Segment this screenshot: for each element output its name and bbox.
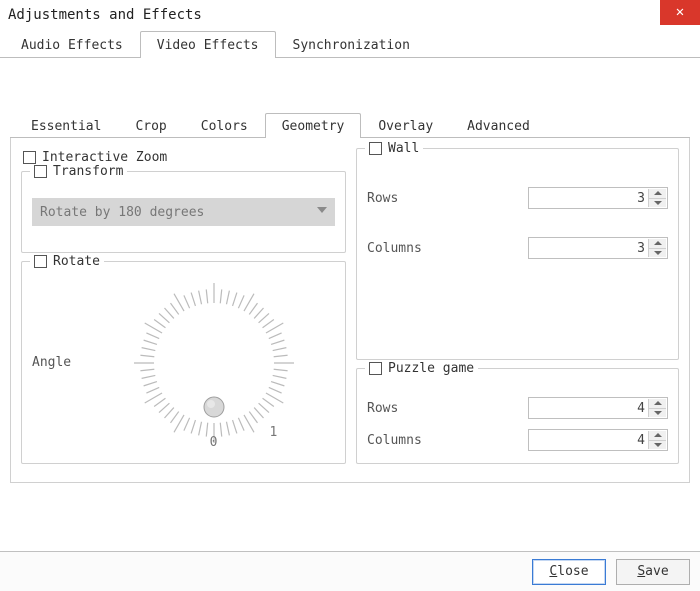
interactive-zoom-checkbox[interactable] — [23, 151, 36, 164]
sub-tabs: Essential Crop Colors Geometry Overlay A… — [10, 112, 690, 138]
tab-video-effects[interactable]: Video Effects — [140, 31, 276, 58]
transform-group: Transform Rotate by 180 degrees — [21, 171, 346, 253]
puzzle-rows-label: Rows — [367, 401, 528, 416]
wall-cols-step-up[interactable] — [648, 239, 666, 248]
video-effects-panel: Essential Crop Colors Geometry Overlay A… — [0, 58, 700, 483]
button-bar: Close Save — [0, 551, 700, 591]
wall-cols-spinbox[interactable]: 3 — [528, 237, 668, 259]
chevron-down-icon — [654, 443, 662, 447]
subtab-advanced[interactable]: Advanced — [450, 113, 547, 138]
wall-rows-label: Rows — [367, 191, 528, 206]
puzzle-cols-value: 4 — [637, 433, 645, 448]
wall-checkbox[interactable] — [369, 142, 382, 155]
chevron-down-icon — [654, 201, 662, 205]
chevron-down-icon — [317, 207, 327, 213]
wall-group: Wall Rows 3 Columns 3 — [356, 148, 679, 360]
wall-cols-label: Columns — [367, 241, 528, 256]
window-close-button[interactable]: ✕ — [660, 0, 700, 25]
wall-rows-step-down[interactable] — [648, 198, 666, 208]
subtab-overlay[interactable]: Overlay — [361, 113, 450, 138]
wall-label: Wall — [388, 141, 419, 156]
wall-cols-value: 3 — [637, 241, 645, 256]
wall-rows-spinbox[interactable]: 3 — [528, 187, 668, 209]
puzzle-group: Puzzle game Rows 4 Columns 4 — [356, 368, 679, 464]
tab-audio-effects[interactable]: Audio Effects — [4, 31, 140, 58]
save-button[interactable]: Save — [616, 559, 690, 585]
puzzle-cols-label: Columns — [367, 433, 528, 448]
geometry-panel: Interactive Zoom Transform Rotate by 180… — [10, 138, 690, 483]
transform-label: Transform — [53, 164, 123, 179]
rotate-checkbox[interactable] — [34, 255, 47, 268]
window-title: Adjustments and Effects — [8, 7, 202, 23]
chevron-up-icon — [654, 191, 662, 195]
puzzle-checkbox[interactable] — [369, 362, 382, 375]
close-icon: ✕ — [676, 4, 684, 20]
main-tabs: Audio Effects Video Effects Synchronizat… — [0, 30, 700, 58]
puzzle-cols-spinbox[interactable]: 4 — [528, 429, 668, 451]
chevron-down-icon — [654, 411, 662, 415]
interactive-zoom-checkbox-row: Interactive Zoom — [23, 150, 346, 165]
wall-rows-value: 3 — [637, 191, 645, 206]
transform-combo-value: Rotate by 180 degrees — [40, 205, 204, 220]
angle-dial[interactable] — [130, 279, 298, 447]
chevron-up-icon — [654, 433, 662, 437]
chevron-up-icon — [654, 241, 662, 245]
geometry-right-column: Wall Rows 3 Columns 3 — [356, 148, 679, 472]
chevron-up-icon — [654, 401, 662, 405]
puzzle-label: Puzzle game — [388, 361, 474, 376]
close-button[interactable]: Close — [532, 559, 606, 585]
puzzle-cols-step-up[interactable] — [648, 431, 666, 440]
transform-combo[interactable]: Rotate by 180 degrees — [32, 198, 335, 226]
transform-checkbox[interactable] — [34, 165, 47, 178]
puzzle-rows-spinbox[interactable]: 4 — [528, 397, 668, 419]
puzzle-rows-step-up[interactable] — [648, 399, 666, 408]
geometry-left-column: Interactive Zoom Transform Rotate by 180… — [21, 148, 346, 472]
dial-min-label: 0 — [210, 435, 218, 450]
subtab-geometry[interactable]: Geometry — [265, 113, 362, 138]
wall-rows-step-up[interactable] — [648, 189, 666, 198]
puzzle-cols-step-down[interactable] — [648, 440, 666, 450]
subtab-essential[interactable]: Essential — [14, 113, 118, 138]
tab-synchronization[interactable]: Synchronization — [276, 31, 427, 58]
rotate-group: Rotate Angle 0 1 — [21, 261, 346, 464]
puzzle-rows-value: 4 — [637, 401, 645, 416]
wall-cols-step-down[interactable] — [648, 248, 666, 258]
angle-label: Angle — [32, 355, 92, 370]
subtab-crop[interactable]: Crop — [118, 113, 183, 138]
subtab-colors[interactable]: Colors — [184, 113, 265, 138]
dial-max-label: 1 — [270, 425, 278, 440]
titlebar: Adjustments and Effects ✕ — [0, 0, 700, 30]
chevron-down-icon — [654, 251, 662, 255]
puzzle-rows-step-down[interactable] — [648, 408, 666, 418]
interactive-zoom-label: Interactive Zoom — [42, 150, 167, 165]
rotate-label: Rotate — [53, 254, 100, 269]
